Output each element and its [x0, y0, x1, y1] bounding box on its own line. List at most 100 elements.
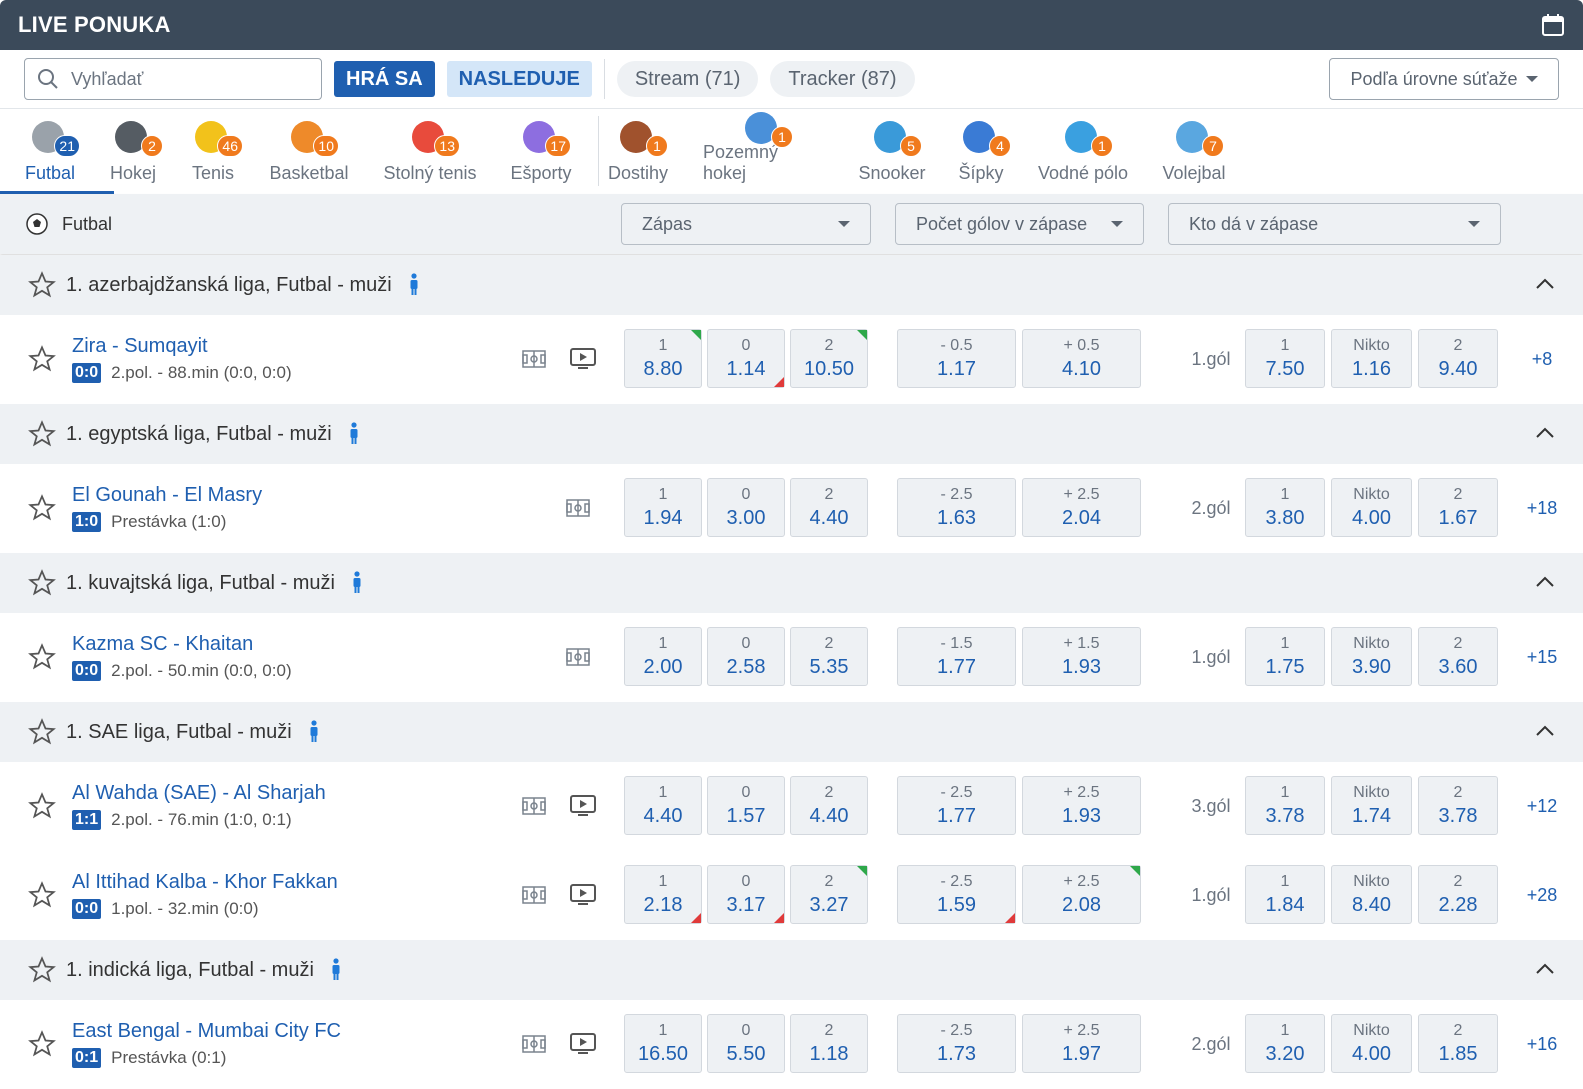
chevron-up-icon[interactable]	[1535, 426, 1555, 440]
scorer-odd-button[interactable]: 1 1.75	[1245, 627, 1325, 686]
sport-tab-7[interactable]: 1 Pozemný hokej	[703, 110, 823, 194]
star-icon[interactable]	[28, 420, 56, 448]
tv-stream-icon[interactable]	[570, 795, 596, 822]
scorer-odd-button[interactable]: Nikto 4.00	[1331, 1014, 1412, 1073]
field-tracker-icon[interactable]	[522, 796, 546, 821]
market-dropdown-match[interactable]: Zápas	[621, 203, 871, 245]
market-dropdown-goals[interactable]: Počet gólov v zápase	[895, 203, 1144, 245]
sport-tab-11[interactable]: 7 Volejbal	[1134, 110, 1254, 194]
star-icon[interactable]	[28, 643, 56, 671]
match-teams-link[interactable]: East Bengal - Mumbai City FC	[72, 1020, 341, 1043]
more-markets-link[interactable]: +12	[1520, 796, 1564, 817]
odd-button[interactable]: 2 1.18	[790, 1014, 868, 1073]
star-icon[interactable]	[28, 718, 56, 746]
odd-button[interactable]: + 0.5 4.10	[1022, 329, 1141, 388]
match-teams-link[interactable]: El Gounah - El Masry	[72, 484, 262, 507]
odd-button[interactable]: 0 1.14	[707, 329, 785, 388]
odd-button[interactable]: - 2.5 1.59	[897, 865, 1016, 924]
tv-stream-icon[interactable]	[570, 1033, 596, 1060]
odd-button[interactable]: 2 10.50	[790, 329, 868, 388]
chevron-up-icon[interactable]	[1535, 277, 1555, 291]
match-teams-link[interactable]: Kazma SC - Khaitan	[72, 633, 253, 656]
scorer-odd-button[interactable]: 1 3.80	[1245, 478, 1325, 537]
sport-tab-10[interactable]: 1 Vodné pólo	[1023, 110, 1143, 194]
sort-select[interactable]: Podľa úrovne súťaže	[1329, 58, 1559, 100]
playing-button[interactable]: HRÁ SA	[334, 61, 435, 97]
odd-button[interactable]: 1 1.94	[624, 478, 702, 537]
odd-button[interactable]: 1 8.80	[624, 329, 702, 388]
scorer-odd-button[interactable]: Nikto 8.40	[1331, 865, 1412, 924]
star-icon[interactable]	[28, 271, 56, 299]
sport-tab-4[interactable]: 13 Stolný tenis	[370, 110, 490, 194]
scorer-odd-button[interactable]: 2 2.28	[1418, 865, 1498, 924]
field-tracker-icon[interactable]	[522, 349, 546, 374]
star-icon[interactable]	[28, 881, 56, 909]
odd-button[interactable]: 0 3.00	[707, 478, 785, 537]
upcoming-button[interactable]: NASLEDUJE	[446, 61, 592, 97]
odd-button[interactable]: 0 1.57	[707, 776, 785, 835]
person-icon[interactable]	[330, 958, 342, 982]
odd-button[interactable]: 2 3.27	[790, 865, 868, 924]
calendar-icon[interactable]	[1541, 13, 1565, 37]
star-icon[interactable]	[28, 1030, 56, 1058]
odd-button[interactable]: + 1.5 1.93	[1022, 627, 1141, 686]
chevron-up-icon[interactable]	[1535, 962, 1555, 976]
odd-button[interactable]: + 2.5 1.93	[1022, 776, 1141, 835]
odd-button[interactable]: + 2.5 2.04	[1022, 478, 1141, 537]
odd-button[interactable]: 0 3.17	[707, 865, 785, 924]
odd-button[interactable]: 2 5.35	[790, 627, 868, 686]
star-icon[interactable]	[28, 956, 56, 984]
match-teams-link[interactable]: Zira - Sumqayit	[72, 335, 208, 358]
odd-button[interactable]: 2 4.40	[790, 478, 868, 537]
scorer-odd-button[interactable]: 1 3.20	[1245, 1014, 1325, 1073]
tv-stream-icon[interactable]	[570, 884, 596, 911]
person-icon[interactable]	[351, 571, 363, 595]
league-header[interactable]: 1. SAE liga, Futbal - muži	[0, 702, 1583, 762]
chevron-up-icon[interactable]	[1535, 575, 1555, 589]
more-markets-link[interactable]: +16	[1520, 1034, 1564, 1055]
scorer-odd-button[interactable]: Nikto 1.74	[1331, 776, 1412, 835]
scorer-odd-button[interactable]: 2 3.78	[1418, 776, 1498, 835]
odd-button[interactable]: 1 4.40	[624, 776, 702, 835]
scorer-odd-button[interactable]: 2 9.40	[1418, 329, 1498, 388]
market-dropdown-scorer[interactable]: Kto dá v zápase	[1168, 203, 1501, 245]
field-tracker-icon[interactable]	[522, 1034, 546, 1059]
odd-button[interactable]: + 2.5 1.97	[1022, 1014, 1141, 1073]
chevron-up-icon[interactable]	[1535, 724, 1555, 738]
odd-button[interactable]: + 2.5 2.08	[1022, 865, 1141, 924]
star-icon[interactable]	[28, 569, 56, 597]
person-icon[interactable]	[308, 720, 320, 744]
star-icon[interactable]	[28, 792, 56, 820]
person-icon[interactable]	[408, 273, 420, 297]
scorer-odd-button[interactable]: 2 3.60	[1418, 627, 1498, 686]
star-icon[interactable]	[28, 345, 56, 373]
field-tracker-icon[interactable]	[566, 498, 590, 523]
odd-button[interactable]: 0 5.50	[707, 1014, 785, 1073]
odd-button[interactable]: 2 4.40	[790, 776, 868, 835]
sport-tab-3[interactable]: 10 Basketbal	[249, 110, 369, 194]
match-teams-link[interactable]: Al Ittihad Kalba - Khor Fakkan	[72, 871, 338, 894]
odd-button[interactable]: - 2.5 1.73	[897, 1014, 1016, 1073]
odd-button[interactable]: - 0.5 1.17	[897, 329, 1016, 388]
scorer-odd-button[interactable]: Nikto 3.90	[1331, 627, 1412, 686]
sport-tab-6[interactable]: 1 Dostihy	[578, 110, 698, 194]
scorer-odd-button[interactable]: 1 7.50	[1245, 329, 1325, 388]
search-input[interactable]: Vyhľadať	[24, 58, 322, 100]
scorer-odd-button[interactable]: 2 1.67	[1418, 478, 1498, 537]
more-markets-link[interactable]: +8	[1520, 349, 1564, 370]
scorer-odd-button[interactable]: Nikto 1.16	[1331, 329, 1412, 388]
person-icon[interactable]	[348, 422, 360, 446]
tracker-filter[interactable]: Tracker (87)	[770, 61, 915, 97]
scorer-odd-button[interactable]: 1 1.84	[1245, 865, 1325, 924]
odd-button[interactable]: 1 2.00	[624, 627, 702, 686]
odd-button[interactable]: - 2.5 1.77	[897, 776, 1016, 835]
league-header[interactable]: 1. indická liga, Futbal - muži	[0, 940, 1583, 1000]
field-tracker-icon[interactable]	[566, 647, 590, 672]
odd-button[interactable]: - 2.5 1.63	[897, 478, 1016, 537]
match-teams-link[interactable]: Al Wahda (SAE) - Al Sharjah	[72, 782, 326, 805]
odd-button[interactable]: 1 2.18	[624, 865, 702, 924]
star-icon[interactable]	[28, 494, 56, 522]
league-header[interactable]: 1. azerbajdžanská liga, Futbal - muži	[0, 255, 1583, 315]
odd-button[interactable]: 1 16.50	[624, 1014, 702, 1073]
field-tracker-icon[interactable]	[522, 885, 546, 910]
